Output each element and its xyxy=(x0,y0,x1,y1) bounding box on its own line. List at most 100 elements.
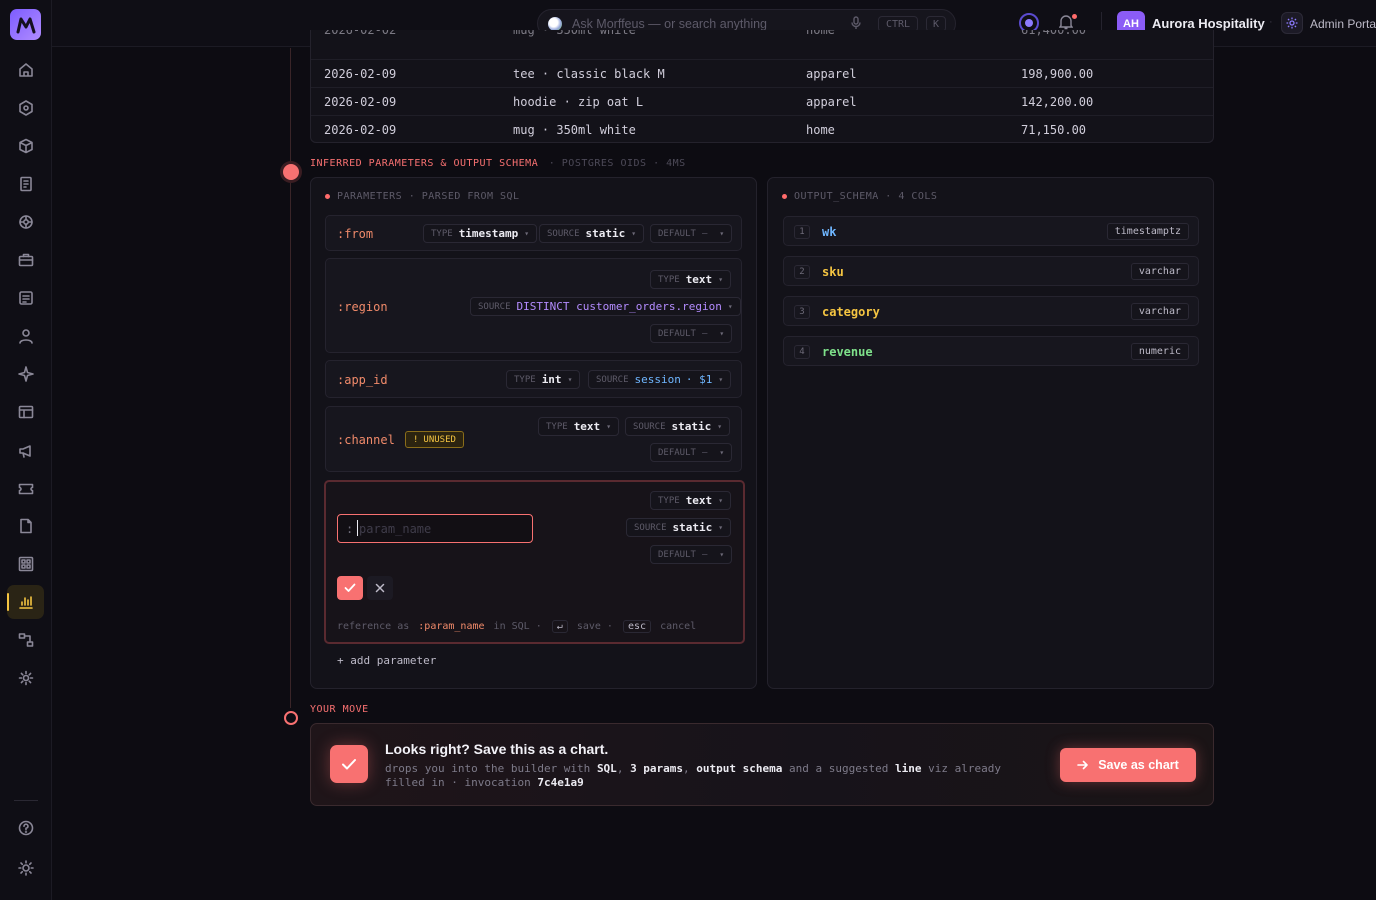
parameters-heading: PARAMETERS · PARSED FROM SQL xyxy=(325,191,520,202)
param-card-channel[interactable]: :channel ! UNUSED TYPE text ▾ SOURCE static ▾… xyxy=(325,406,742,472)
save-chart-card: Looks right? Save this as a chart. drops… xyxy=(310,723,1214,806)
add-parameter-button[interactable]: + add parameter xyxy=(337,654,436,667)
admin-portal-icon[interactable] xyxy=(1281,12,1303,34)
help-icon[interactable] xyxy=(13,815,39,841)
param-name: :from xyxy=(337,227,374,241)
param-source-select[interactable]: SOURCE session · $1 ▾ xyxy=(588,370,732,389)
table-row[interactable]: 2026-02-09 tee · classic black M apparel… xyxy=(311,59,1213,87)
nav-user-icon[interactable] xyxy=(13,323,39,349)
cancel-x-button[interactable] xyxy=(367,576,393,600)
cell-sku: mug · 350ml white xyxy=(513,123,636,137)
nav-box-icon[interactable] xyxy=(13,133,39,159)
section-heading: INFERRED PARAMETERS & OUTPUT SCHEMA · PO… xyxy=(310,158,686,169)
param-name-placeholder: param_name xyxy=(359,522,432,536)
new-param-default-select[interactable]: DEFAULT — ▾ xyxy=(650,545,733,564)
nav-megaphone-icon[interactable] xyxy=(13,438,39,464)
cell-date: 2026-02-09 xyxy=(324,67,397,81)
param-card-app-id[interactable]: :app_id TYPE int ▾ SOURCE session · $1 ▾ xyxy=(325,360,742,398)
output-schema-heading: OUTPUT_SCHEMA · 4 COLS xyxy=(782,191,937,202)
cell-date: 2026-02-09 xyxy=(324,95,397,109)
nav-settings-icon[interactable] xyxy=(13,665,39,691)
new-param-type-select[interactable]: TYPE text ▾ xyxy=(650,491,732,510)
text-cursor xyxy=(357,520,358,536)
param-name: :app_id xyxy=(337,373,388,387)
cell-category: home xyxy=(806,123,835,137)
app-logo[interactable] xyxy=(10,9,41,40)
logo-mark-icon xyxy=(16,17,35,33)
section-title: INFERRED PARAMETERS & OUTPUT SCHEMA xyxy=(310,158,539,169)
parameters-panel: PARAMETERS · PARSED FROM SQL :from TYPE t… xyxy=(310,177,757,689)
output-schema-panel: OUTPUT_SCHEMA · 4 COLS 1 wk timestamptz … xyxy=(767,177,1214,689)
org-name[interactable]: Aurora Hospitality xyxy=(1152,16,1265,31)
param-prefix: : xyxy=(346,522,354,536)
schema-row[interactable]: 3 category varchar xyxy=(783,296,1199,326)
param-type-select[interactable]: TYPE text ▾ xyxy=(538,417,620,436)
param-default-select[interactable]: DEFAULT — ▾ xyxy=(650,224,733,243)
param-source-select[interactable]: SOURCE DISTINCT customer_orders.region ▾ xyxy=(470,297,741,316)
param-name-input[interactable]: : param_name xyxy=(337,514,533,543)
cell-sku: hoodie · zip oat L xyxy=(513,95,644,109)
new-param-source-select[interactable]: SOURCE static ▾ xyxy=(626,518,732,537)
column-type: numeric xyxy=(1130,343,1189,360)
your-move-label: YOUR MOVE xyxy=(310,704,369,715)
admin-portal-link[interactable]: Admin Portal xyxy=(1310,17,1376,31)
notification-dot xyxy=(1072,14,1077,19)
column-name: revenue xyxy=(822,345,873,359)
close-icon xyxy=(375,583,385,593)
column-name: sku xyxy=(822,265,844,279)
result-table: 2026-02-02 mug · 350ml white home 61,400.00… xyxy=(310,30,1214,143)
cta-description: drops you into the builder with SQL, 3 p… xyxy=(385,762,1001,789)
param-default-select[interactable]: DEFAULT — ▾ xyxy=(650,324,733,343)
column-type: varchar xyxy=(1130,263,1189,280)
table-row[interactable]: 2026-02-09 hoodie · zip oat L apparel 14… xyxy=(311,87,1213,115)
column-type: varchar xyxy=(1130,303,1189,320)
nav-list-icon[interactable] xyxy=(13,285,39,311)
nav-charts-icon[interactable] xyxy=(7,585,44,619)
schema-row[interactable]: 1 wk timestamptz xyxy=(783,216,1199,246)
sidebar-divider xyxy=(14,800,38,801)
nav-briefcase-icon[interactable] xyxy=(13,247,39,273)
timeline-node-active xyxy=(283,164,299,180)
new-param-editor: : param_name TYPE text ▾ SOURCE static ▾ DEF… xyxy=(324,480,745,644)
assistant-orb-icon xyxy=(548,16,562,31)
cta-title: Looks right? Save this as a chart. xyxy=(385,741,609,757)
schema-row[interactable]: 2 sku varchar xyxy=(783,256,1199,286)
nav-grid-icon[interactable] xyxy=(13,551,39,577)
theme-sun-icon[interactable] xyxy=(13,855,39,881)
nav-file-icon[interactable] xyxy=(13,513,39,539)
param-default-select[interactable]: DEFAULT — ▾ xyxy=(650,443,733,462)
nav-table-icon[interactable] xyxy=(13,399,39,425)
cell-revenue: 142,200.00 xyxy=(1021,95,1094,109)
param-source-select[interactable]: SOURCE static ▾ xyxy=(625,417,731,436)
cell-revenue: 198,900.00 xyxy=(1021,67,1094,81)
nav-flow-icon[interactable] xyxy=(13,627,39,653)
nav-document-icon[interactable] xyxy=(13,171,39,197)
nav-ticket-icon[interactable] xyxy=(13,476,39,502)
column-type: timestamptz xyxy=(1106,223,1189,240)
param-name: :channel xyxy=(337,433,395,447)
cta-check-icon xyxy=(330,745,368,783)
timeline-line xyxy=(290,48,291,708)
param-type-select[interactable]: TYPE timestamp ▾ xyxy=(423,224,538,243)
param-source-select[interactable]: SOURCE static ▾ xyxy=(539,224,645,243)
nav-sparkle-icon[interactable] xyxy=(13,361,39,387)
save-as-chart-button[interactable]: Save as chart xyxy=(1060,748,1196,782)
check-icon xyxy=(344,583,356,592)
param-type-select[interactable]: TYPE text ▾ xyxy=(650,270,732,289)
editor-hint: reference as :param_name in SQL · ↵ save… xyxy=(337,620,697,633)
param-type-select[interactable]: TYPE int ▾ xyxy=(506,370,581,389)
unused-badge: ! UNUSED xyxy=(405,431,464,448)
confirm-check-button[interactable] xyxy=(337,576,363,600)
nav-hexagon-icon[interactable] xyxy=(13,95,39,121)
column-name: category xyxy=(822,305,880,319)
timeline-node-next xyxy=(284,711,298,725)
param-card-from[interactable]: :from TYPE timestamp ▾ SOURCE static ▾ DEFAU… xyxy=(325,215,742,251)
table-row[interactable]: 2026-02-09 mug · 350ml white home 71,150… xyxy=(311,115,1213,142)
arrow-right-icon xyxy=(1077,760,1088,770)
schema-row[interactable]: 4 revenue numeric xyxy=(783,336,1199,366)
nav-home-icon[interactable] xyxy=(13,57,39,83)
table-row-clipped: 2026-02-02 mug · 350ml white home 61,400.00 xyxy=(324,30,1087,37)
separator-dot: · xyxy=(1269,16,1273,28)
nav-aperture-icon[interactable] xyxy=(13,209,39,235)
param-card-region[interactable]: :region TYPE text ▾ SOURCE DISTINCT custome… xyxy=(325,258,742,353)
